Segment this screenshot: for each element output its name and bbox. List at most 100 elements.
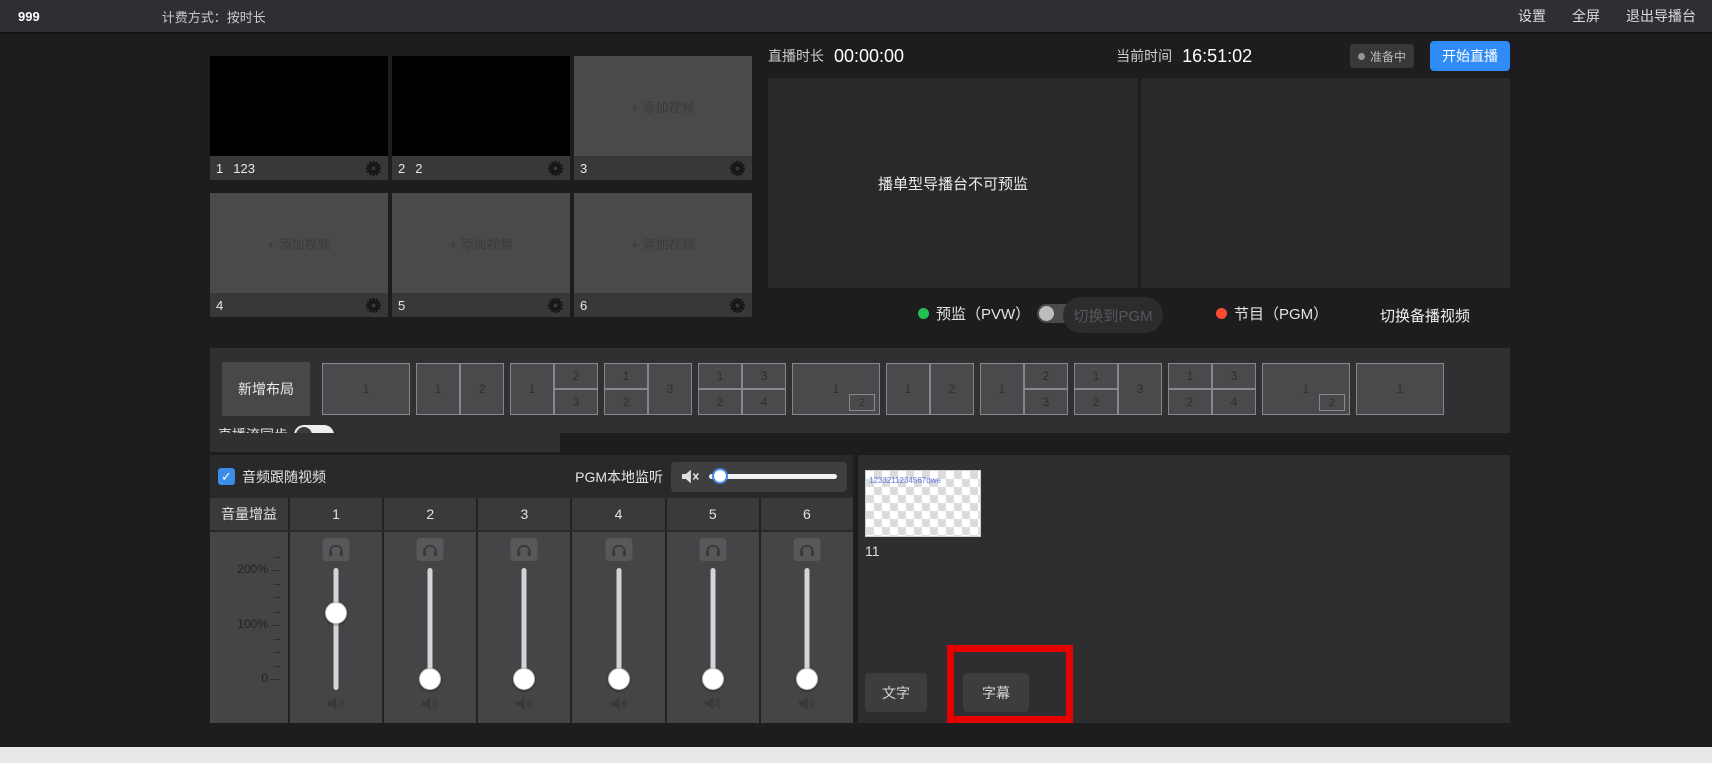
video-slot-screen[interactable]: + 添加视频	[210, 193, 388, 293]
gear-icon[interactable]	[547, 160, 564, 177]
subtitle-button[interactable]: 字幕	[963, 673, 1029, 712]
video-slot-screen[interactable]: + 添加视频	[392, 193, 570, 293]
speaker-icon[interactable]	[703, 695, 723, 713]
layout-thumbnail-10-grid4[interactable]: 1324	[1168, 363, 1256, 415]
gain-scale-tick	[274, 597, 280, 598]
settings-link[interactable]: 设置	[1518, 6, 1546, 26]
switch-to-pgm-button[interactable]: 切换到PGM	[1063, 297, 1163, 333]
pvw-toggle-knob	[1039, 306, 1054, 321]
top-bar: 999 计费方式：按时长 设置 全屏 退出导播台	[0, 0, 1712, 34]
channel-header-6: 6	[761, 498, 853, 530]
video-slot-bar: 5	[392, 293, 570, 317]
add-video-placeholder[interactable]: + 添加视频	[631, 97, 694, 116]
gear-icon[interactable]	[729, 297, 746, 314]
text-button[interactable]: 文字	[865, 673, 927, 712]
layout-thumbnail-3-left1right2[interactable]: 123	[510, 363, 598, 415]
channel-header-1: 1	[290, 498, 382, 530]
gear-icon[interactable]	[365, 160, 382, 177]
video-slot-title: 123	[233, 161, 255, 176]
headphone-monitor-button[interactable]	[417, 538, 444, 561]
audio-top-row: ✓ 音频跟随视频 PGM本地监听	[210, 455, 853, 498]
layout-thumbnail-5-grid4[interactable]: 1324	[698, 363, 786, 415]
gain-slider-thumb[interactable]	[702, 668, 724, 690]
mute-speaker-icon[interactable]	[681, 468, 700, 485]
current-time-value: 16:51:02	[1182, 46, 1252, 67]
add-video-placeholder[interactable]: + 添加视频	[449, 234, 512, 253]
layout-cell: 3	[1025, 390, 1067, 414]
media-item-thumbnail[interactable]: 1233211234567qwe	[865, 470, 981, 537]
headphone-monitor-button[interactable]	[323, 538, 350, 561]
layout-cell: 1	[1357, 364, 1443, 414]
gear-icon[interactable]	[365, 297, 382, 314]
video-slot-number: 5	[398, 298, 405, 313]
layout-thumbnail-12-full[interactable]: 1	[1356, 363, 1444, 415]
video-slot-number: 2	[398, 161, 405, 176]
speaker-icon[interactable]	[326, 695, 346, 713]
current-time-label: 当前时间	[1116, 46, 1172, 66]
pgm-monitor-slider	[671, 462, 847, 492]
exit-console-link[interactable]: 退出导播台	[1626, 6, 1696, 26]
add-layout-button[interactable]: 新增布局	[222, 362, 310, 416]
headphone-monitor-button[interactable]	[511, 538, 538, 561]
audio-follow-video-checkbox[interactable]: ✓	[218, 468, 235, 485]
add-video-placeholder[interactable]: + 添加视频	[631, 234, 694, 253]
start-live-button[interactable]: 开始直播	[1430, 41, 1510, 71]
pgm-monitor-volume-thumb[interactable]	[712, 468, 728, 484]
speaker-icon[interactable]	[609, 695, 629, 713]
layout-thumbnail-9-left2right1[interactable]: 132	[1074, 363, 1162, 415]
fullscreen-link[interactable]: 全屏	[1572, 6, 1600, 26]
video-slot-title: 2	[415, 161, 422, 176]
layout-cell: 1	[887, 364, 929, 414]
video-slot-screen[interactable]: + 添加视频	[574, 193, 752, 293]
gain-slider-track[interactable]	[334, 568, 339, 690]
video-slot-4: + 添加视频4	[210, 193, 388, 317]
video-slot-screen[interactable]	[210, 56, 388, 156]
headphone-monitor-button[interactable]	[793, 538, 820, 561]
pvw-label: 预监（PVW）	[936, 303, 1030, 324]
layout-cell: 1	[511, 364, 553, 414]
gain-slider-thumb[interactable]	[608, 668, 630, 690]
video-slot-screen[interactable]: + 添加视频	[574, 56, 752, 156]
headphone-monitor-button[interactable]	[605, 538, 632, 561]
channel-header-2: 2	[384, 498, 476, 530]
gear-icon[interactable]	[729, 160, 746, 177]
layout-thumbnail-8-left1right2[interactable]: 123	[980, 363, 1068, 415]
layout-cell: 3	[743, 364, 785, 388]
gear-icon[interactable]	[547, 297, 564, 314]
speaker-icon[interactable]	[797, 695, 817, 713]
layout-thumbnail-7-cols2[interactable]: 12	[886, 363, 974, 415]
layout-cell: 3	[1119, 364, 1161, 414]
video-slot-screen[interactable]	[392, 56, 570, 156]
speaker-icon[interactable]	[420, 695, 440, 713]
mixer-channel-6	[761, 532, 853, 723]
layout-thumbnail-1-full[interactable]: 1	[322, 363, 410, 415]
layout-thumbnail-4-left2right1[interactable]: 132	[604, 363, 692, 415]
gain-header: 音量增益	[210, 498, 288, 530]
layout-thumbnail-11-pip[interactable]: 12	[1262, 363, 1350, 415]
room-id: 999	[18, 9, 40, 24]
live-header: 直播时长 00:00:00 当前时间 16:51:02 准备中 开始直播	[768, 40, 1510, 72]
status-dot-icon	[1358, 53, 1365, 60]
speaker-icon[interactable]	[514, 695, 534, 713]
gain-slider-thumb[interactable]	[419, 668, 441, 690]
layout-thumbnail-list: 112123132132412121231321324121	[322, 363, 1444, 415]
headphone-monitor-button[interactable]	[699, 538, 726, 561]
pgm-label: 节目（PGM）	[1234, 303, 1328, 324]
layout-band: 新增布局 112123132132412121231321324121 直播流同…	[210, 348, 1510, 433]
gain-scale-label: 0	[261, 671, 268, 685]
layout-cell: 2	[1169, 390, 1211, 414]
broadcast-console: 999 计费方式：按时长 设置 全屏 退出导播台 112322+ 添加视频3+ …	[0, 0, 1712, 747]
gain-slider-thumb[interactable]	[325, 602, 347, 624]
pgm-monitor-volume-track[interactable]	[709, 474, 837, 479]
add-video-placeholder[interactable]: + 添加视频	[267, 234, 330, 253]
backup-video-switch-link[interactable]: 切换备播视频	[1380, 305, 1470, 326]
duration-label: 直播时长	[768, 46, 824, 66]
gain-slider-thumb[interactable]	[513, 668, 535, 690]
layout-thumbnail-6-pip[interactable]: 12	[792, 363, 880, 415]
gain-slider-thumb[interactable]	[796, 668, 818, 690]
gain-scale-tick	[274, 666, 280, 667]
layout-thumbnail-2-cols2[interactable]: 12	[416, 363, 504, 415]
pvw-green-dot-icon	[918, 308, 929, 319]
layout-cell: 3	[1213, 364, 1255, 388]
layout-cell: 2	[931, 364, 973, 414]
